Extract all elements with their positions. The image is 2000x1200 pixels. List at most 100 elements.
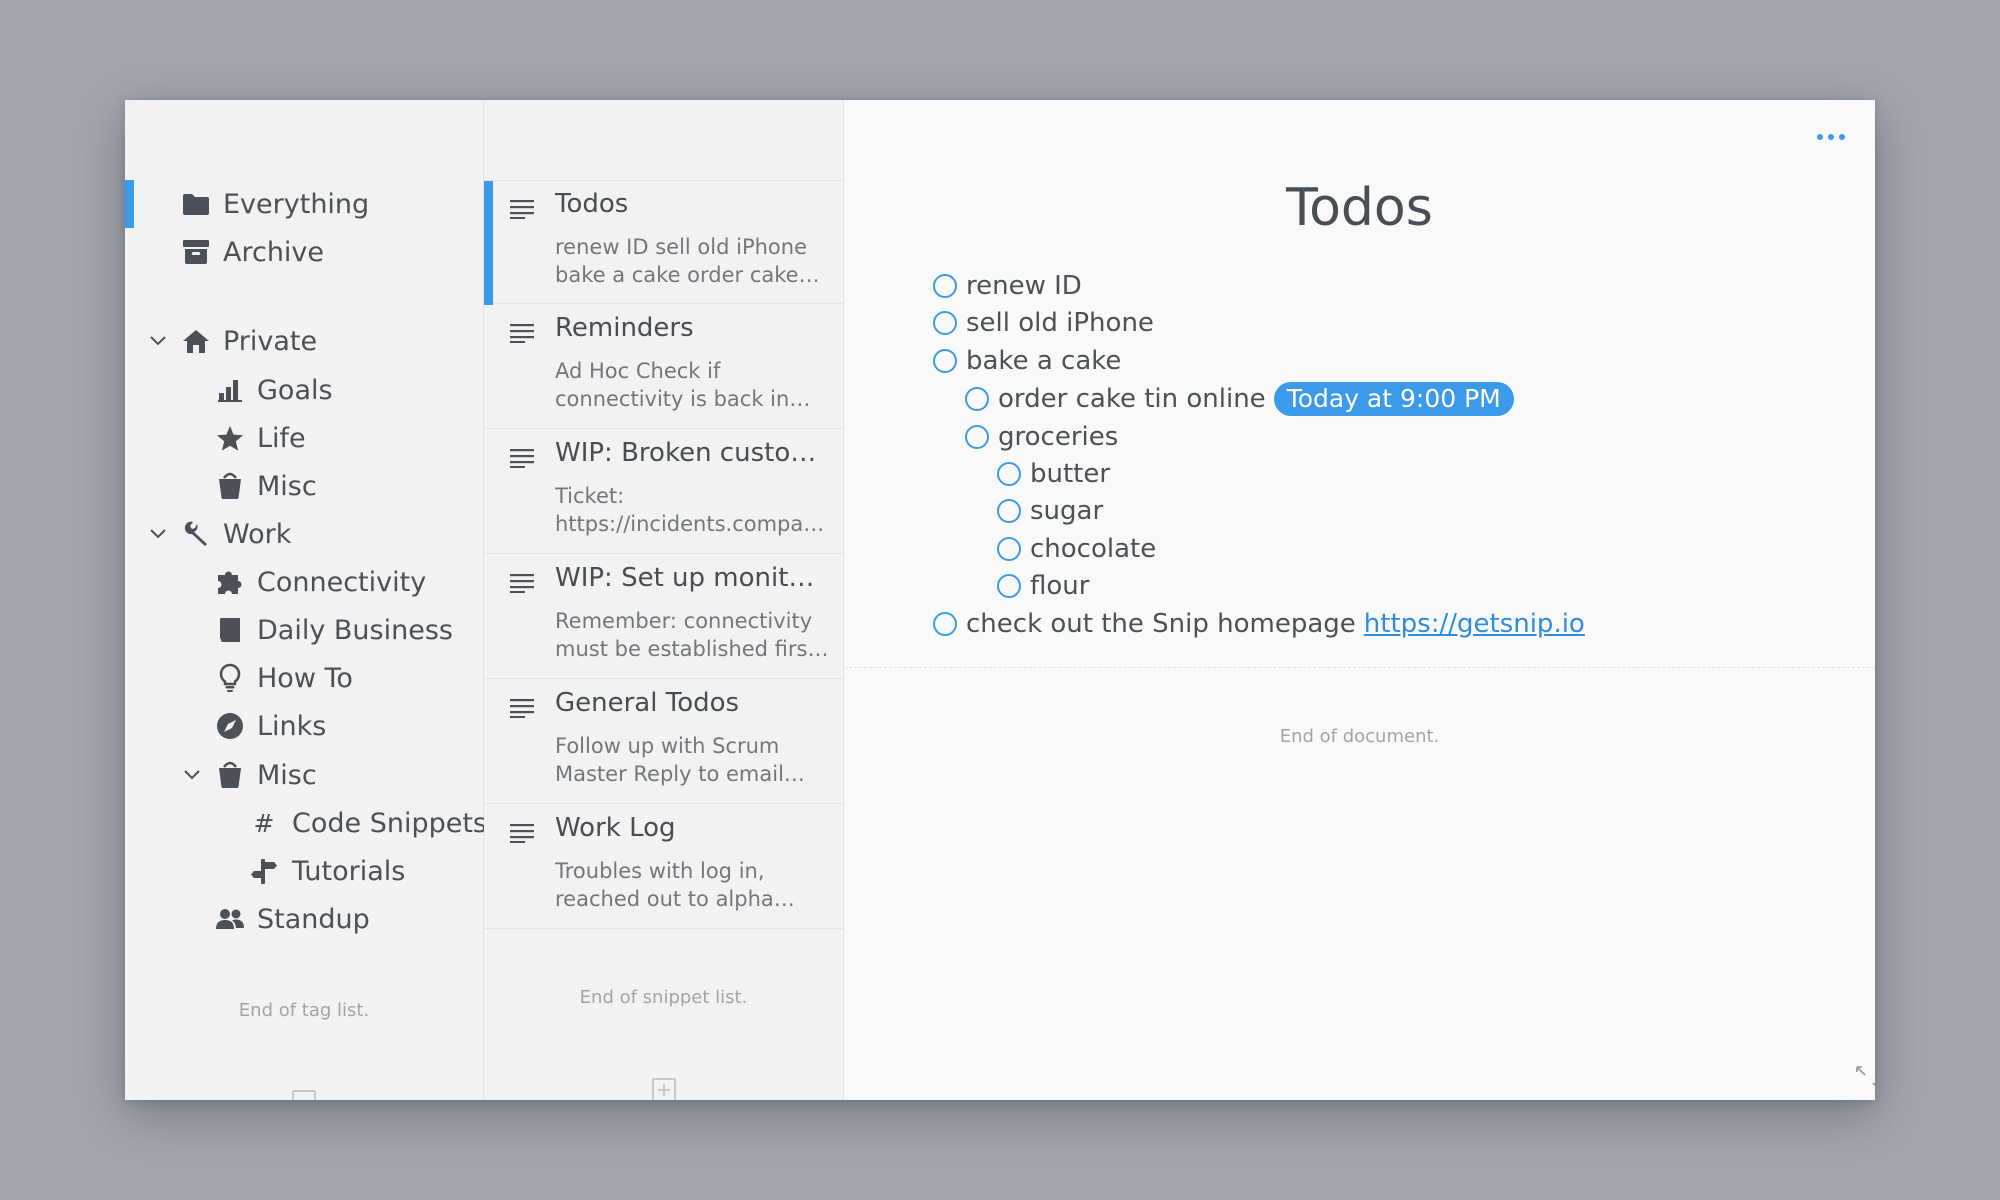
sidebar-item-label: Misc [257, 759, 317, 791]
todo-text[interactable]: chocolate [1030, 534, 1156, 564]
bucket-icon [215, 760, 245, 790]
todo-item[interactable]: chocolate [997, 530, 1156, 568]
wrench-icon [181, 519, 211, 549]
bar-chart-icon [215, 375, 245, 405]
snippet-item[interactable]: WIP: Broken customer connection Ticket: … [484, 430, 843, 554]
sidebar-item-label: Links [257, 710, 327, 742]
chevron-down-icon[interactable] [145, 328, 171, 354]
sidebar-item-how-to[interactable]: How To [125, 656, 484, 700]
sidebar-item-label: Archive [223, 236, 325, 268]
todo-text[interactable]: check out the Snip homepage [966, 609, 1356, 639]
tag-sidebar: Everything Archive Private Goals Life Mi… [125, 100, 487, 1100]
sidebar-item-misc[interactable]: Misc [125, 464, 484, 508]
compass-icon [215, 711, 245, 741]
sidebar-item-label: Work [223, 518, 292, 550]
snippet-item[interactable]: Reminders Ad Hoc Check if connectivity i… [484, 305, 843, 429]
snippet-preview: renew ID sell old iPhone bake a cake ord… [555, 235, 807, 287]
text-lines-icon [510, 698, 534, 722]
snippet-title: WIP: Broken customer connection [555, 438, 830, 468]
plus-icon [657, 1084, 670, 1096]
due-date-badge[interactable]: Today at 9:00 PM [1273, 382, 1514, 416]
todo-checkbox[interactable] [997, 499, 1021, 523]
more-dot [1828, 134, 1834, 140]
snippet-preview: Ticket: https://incidents.company.com [555, 484, 830, 536]
signpost-icon [249, 856, 279, 886]
todo-checkbox[interactable] [997, 537, 1021, 561]
folder-icon [181, 189, 211, 219]
todo-checkbox[interactable] [933, 274, 957, 298]
tag-list-end-note: End of tag list. [238, 1000, 370, 1021]
sidebar-item-label: How To [257, 662, 353, 694]
sidebar-item-label: Misc [257, 470, 317, 502]
snippet-item[interactable]: WIP: Set up monitoring Remember: connect… [484, 555, 843, 679]
sidebar-item-daily-business[interactable]: Daily Business [125, 608, 484, 652]
sidebar-item-private[interactable]: Private [125, 319, 484, 363]
document-title[interactable]: Todos [844, 178, 1875, 238]
sidebar-item-standup[interactable]: Standup [125, 897, 484, 941]
snippet-preview: Troubles with log in, reached out to alp… [555, 859, 774, 911]
todo-checkbox[interactable] [965, 387, 989, 411]
todo-text[interactable]: butter [1030, 459, 1110, 489]
sidebar-item-label: Goals [257, 374, 333, 406]
snippet-title: Reminders [555, 313, 694, 343]
todo-item[interactable]: renew ID [933, 267, 1082, 305]
chevron-down-icon[interactable] [145, 521, 171, 547]
sidebar-item-label: Code Snippets [292, 807, 487, 839]
todo-item[interactable]: groceries [965, 418, 1118, 456]
snippet-item[interactable]: General Todos Follow up with Scrum Maste… [484, 680, 843, 804]
todo-item[interactable]: sugar [997, 492, 1103, 530]
sidebar-item-tutorials[interactable]: Tutorials [125, 849, 484, 893]
sidebar-item-everything[interactable]: Everything [125, 182, 484, 226]
sidebar-item-goals[interactable]: Goals [125, 368, 484, 412]
todo-text[interactable]: sugar [1030, 496, 1103, 526]
sidebar-item-work[interactable]: Work [125, 512, 484, 556]
sidebar-item-archive[interactable]: Archive [125, 230, 484, 274]
text-lines-icon [510, 448, 534, 472]
snippet-title: Work Log [555, 813, 676, 843]
text-lines-icon [510, 323, 534, 347]
todo-text[interactable]: bake a cake [966, 346, 1121, 376]
sidebar-item-code-snippets[interactable]: # Code Snippets [125, 801, 487, 845]
todo-text[interactable]: order cake tin online [998, 384, 1266, 414]
todo-item[interactable]: bake a cake [933, 342, 1121, 380]
todo-item[interactable]: flour [997, 567, 1089, 605]
document-divider [844, 667, 1875, 668]
text-lines-icon [510, 823, 534, 847]
todo-checkbox[interactable] [933, 349, 957, 373]
homepage-link[interactable]: https://getsnip.io [1364, 609, 1585, 639]
todo-text[interactable]: sell old iPhone [966, 308, 1154, 338]
more-dot [1839, 134, 1845, 140]
snippet-title: Todos [555, 189, 629, 219]
sidebar-item-connectivity[interactable]: Connectivity [125, 560, 484, 604]
chevron-down-icon[interactable] [179, 762, 205, 788]
todo-checkbox[interactable] [933, 311, 957, 335]
snippet-item[interactable]: Todos renew ID sell old iPhone bake a ca… [484, 180, 843, 305]
sidebar-item-misc-work[interactable]: Misc [125, 753, 484, 797]
snippet-item[interactable]: Work Log Troubles with log in, reached o… [484, 805, 843, 929]
todo-item[interactable]: butter [997, 455, 1110, 493]
more-options-button[interactable] [1806, 122, 1856, 152]
todo-checkbox[interactable] [965, 425, 989, 449]
puzzle-icon [215, 567, 245, 597]
sidebar-item-life[interactable]: Life [125, 416, 484, 460]
sidebar-item-label: Life [257, 422, 306, 454]
add-tag-button[interactable] [292, 1090, 316, 1100]
star-icon [215, 423, 245, 453]
sidebar-item-links[interactable]: Links [125, 704, 484, 748]
todo-item[interactable]: order cake tin online Today at 9:00 PM [965, 380, 1514, 418]
todo-checkbox[interactable] [997, 462, 1021, 486]
add-snippet-button[interactable] [651, 1078, 676, 1100]
snippet-preview: Remember: connectivity must be establish… [555, 609, 816, 661]
expand-icon[interactable] [1854, 1064, 1875, 1094]
todo-text[interactable]: flour [1030, 571, 1089, 601]
text-lines-icon [510, 199, 534, 223]
more-dot [1817, 134, 1823, 140]
todo-checkbox[interactable] [997, 574, 1021, 598]
todo-item[interactable]: check out the Snip homepage https://gets… [933, 605, 1585, 643]
todo-text[interactable]: groceries [998, 422, 1118, 452]
todo-checkbox[interactable] [933, 612, 957, 636]
app-window: Everything Archive Private Goals Life Mi… [125, 100, 1875, 1100]
todo-text[interactable]: renew ID [966, 271, 1082, 301]
todo-item[interactable]: sell old iPhone [933, 304, 1154, 342]
snippet-title: WIP: Set up monitoring [555, 563, 830, 593]
